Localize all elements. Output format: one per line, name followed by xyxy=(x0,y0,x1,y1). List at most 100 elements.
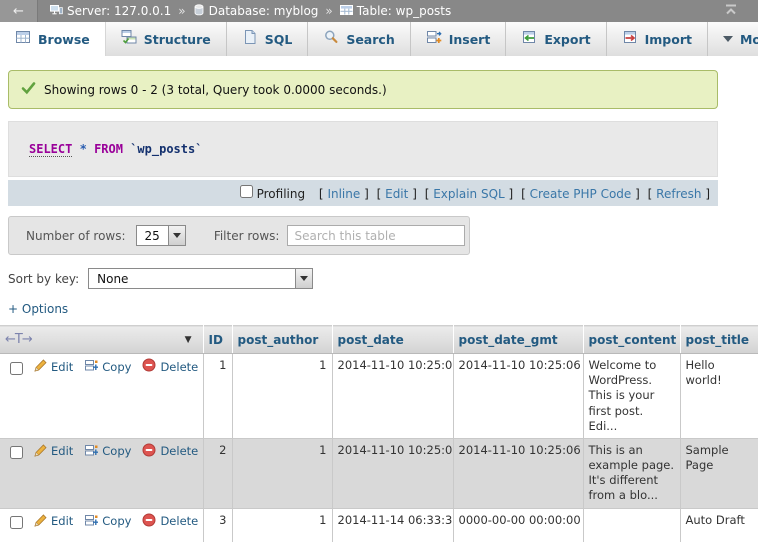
collapse-icon[interactable] xyxy=(724,3,738,19)
breadcrumb-server[interactable]: Server: 127.0.0.1 xyxy=(50,4,171,19)
breadcrumb-server-label: Server: 127.0.0.1 xyxy=(67,4,171,18)
row-checkbox[interactable] xyxy=(10,362,23,375)
sort-by-key-label: Sort by key: xyxy=(8,272,79,286)
edit-row-link[interactable]: Edit xyxy=(33,358,73,376)
cell-post-date-gmt: 2014-11-10 10:25:06 xyxy=(453,354,583,439)
search-icon xyxy=(323,29,339,49)
delete-row-link[interactable]: Delete xyxy=(142,513,198,531)
tab-import-label: Import xyxy=(645,32,692,47)
copy-icon xyxy=(84,513,98,531)
column-header-post-title[interactable]: post_title xyxy=(680,326,758,354)
column-header-post-author[interactable]: post_author xyxy=(232,326,332,354)
edit-row-link[interactable]: Edit xyxy=(33,443,73,461)
bracket: [ xyxy=(425,187,430,201)
inline-link[interactable]: Inline xyxy=(327,187,360,201)
breadcrumb-table-label: Table: wp_posts xyxy=(357,4,452,18)
delete-row-link[interactable]: Delete xyxy=(142,443,198,461)
bracket: [ xyxy=(521,187,526,201)
column-header-id[interactable]: ID xyxy=(203,326,232,354)
edit-query-link[interactable]: Edit xyxy=(385,187,408,201)
cell-post-author: 1 xyxy=(232,438,332,508)
bracket: ] xyxy=(509,187,514,201)
number-of-rows-label: Number of rows: xyxy=(26,229,126,243)
column-header-post-date-gmt[interactable]: post_date_gmt xyxy=(453,326,583,354)
row-checkbox[interactable] xyxy=(10,446,23,459)
cell-post-title: Auto Draft xyxy=(680,508,758,542)
breadcrumb-separator: » xyxy=(178,4,185,18)
copy-row-link[interactable]: Copy xyxy=(84,443,131,461)
table-icon xyxy=(340,4,353,19)
cell-post-content: This is an example page. It's different … xyxy=(583,438,680,508)
tab-structure-label: Structure xyxy=(144,32,211,47)
tab-browse-label: Browse xyxy=(38,32,90,47)
tab-more-label: More xyxy=(740,32,758,47)
delete-label: Delete xyxy=(160,514,198,529)
tab-more[interactable]: More xyxy=(708,22,758,56)
column-header-post-content[interactable]: post_content xyxy=(583,326,680,354)
tab-sql[interactable]: SQL xyxy=(227,22,309,56)
sort-by-key-select[interactable]: None xyxy=(88,268,313,289)
tab-insert[interactable]: Insert xyxy=(411,22,507,56)
edit-label: Edit xyxy=(51,514,73,529)
copy-row-link[interactable]: Copy xyxy=(84,358,131,376)
chevron-down-icon xyxy=(723,36,733,42)
sql-page-icon xyxy=(242,29,258,49)
table-row: Edit Copy Delete 2 1 2014-11-10 10:25:06… xyxy=(0,438,758,508)
delete-icon xyxy=(142,358,156,376)
cell-post-date: 2014-11-10 10:25:06 xyxy=(332,354,453,439)
browse-table-icon xyxy=(15,29,31,49)
copy-icon xyxy=(84,358,98,376)
select-dropdown-button[interactable] xyxy=(168,226,185,245)
breadcrumb-bar: ← Server: 127.0.0.1 » Database: myblog »… xyxy=(0,0,758,22)
edit-icon xyxy=(33,443,47,461)
copy-row-link[interactable]: Copy xyxy=(84,513,131,531)
number-of-rows-select[interactable]: 25 xyxy=(136,225,186,246)
query-panel: SELECT * FROM `wp_posts` Profiling [ Inl… xyxy=(8,121,718,206)
bracket: [ xyxy=(377,187,382,201)
cell-post-date: 2014-11-14 06:33:38 xyxy=(332,508,453,542)
breadcrumb-table[interactable]: Table: wp_posts xyxy=(340,4,452,19)
tab-export[interactable]: Export xyxy=(506,22,606,56)
row-checkbox[interactable] xyxy=(10,516,23,529)
filter-rows-label: Filter rows: xyxy=(214,229,280,243)
copy-label: Copy xyxy=(102,514,131,529)
select-dropdown-button[interactable] xyxy=(295,269,312,288)
explain-sql-link[interactable]: Explain SQL xyxy=(433,187,505,201)
column-header-post-date[interactable]: post_date xyxy=(332,326,453,354)
cell-post-author: 1 xyxy=(232,508,332,542)
cell-id: 1 xyxy=(203,354,232,439)
export-icon xyxy=(521,29,537,49)
sort-by-key-value: None xyxy=(89,269,136,288)
bracket: ] xyxy=(635,187,640,201)
breadcrumb-database[interactable]: Database: myblog xyxy=(193,4,319,19)
sort-desc-icon[interactable]: ▼ xyxy=(185,335,192,345)
create-php-code-link[interactable]: Create PHP Code xyxy=(530,187,632,201)
table-filter-input[interactable] xyxy=(287,225,465,246)
bracket: ] xyxy=(412,187,417,201)
cell-post-content xyxy=(583,508,680,542)
back-button[interactable]: ← xyxy=(0,0,38,22)
column-marker-icon[interactable]: ←T→ xyxy=(5,332,32,347)
breadcrumb: Server: 127.0.0.1 » Database: myblog » T… xyxy=(50,4,451,19)
chevron-down-icon xyxy=(300,276,308,281)
delete-row-link[interactable]: Delete xyxy=(142,358,198,376)
edit-label: Edit xyxy=(51,360,73,375)
tab-search-label: Search xyxy=(346,32,394,47)
tab-browse[interactable]: Browse xyxy=(0,22,106,56)
tab-structure[interactable]: Structure xyxy=(106,22,227,56)
options-toggle[interactable]: + Options xyxy=(0,289,76,322)
profiling-checkbox[interactable] xyxy=(240,185,253,198)
column-options-header[interactable]: ←T→ ▼ xyxy=(0,326,203,354)
tab-import[interactable]: Import xyxy=(607,22,708,56)
status-message-text: Showing rows 0 - 2 (3 total, Query took … xyxy=(44,83,387,97)
sql-query-display: SELECT * FROM `wp_posts` xyxy=(8,121,718,177)
sql-star: * xyxy=(80,142,87,156)
copy-label: Copy xyxy=(102,444,131,459)
edit-icon xyxy=(33,358,47,376)
edit-row-link[interactable]: Edit xyxy=(33,513,73,531)
sql-table-name: `wp_posts` xyxy=(130,142,202,156)
tab-search[interactable]: Search xyxy=(308,22,410,56)
delete-icon xyxy=(142,513,156,531)
structure-icon xyxy=(121,29,137,49)
refresh-link[interactable]: Refresh xyxy=(656,187,701,201)
